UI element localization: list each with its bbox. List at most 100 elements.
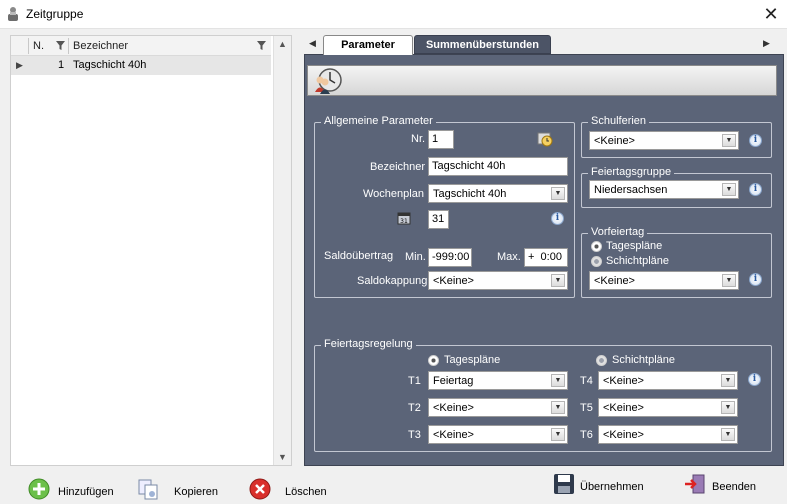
clock-calendar-icon[interactable]: [537, 131, 553, 147]
group-title: Schulferien: [588, 115, 650, 127]
t1-value: Feiertag: [433, 375, 474, 387]
feiertagsregelung-tagesplaene-radio[interactable]: [428, 355, 439, 366]
row-bezeichner: Tagschicht 40h: [73, 59, 147, 71]
chevron-down-icon[interactable]: ▼: [722, 274, 736, 287]
save-icon: [554, 474, 574, 494]
info-icon[interactable]: i: [749, 273, 762, 286]
copy-button[interactable]: Kopieren: [137, 478, 219, 502]
max-field[interactable]: + 0:00: [524, 248, 568, 267]
wochenplan-label: Wochenplan: [363, 188, 424, 200]
add-button[interactable]: Hinzufügen: [28, 478, 116, 502]
t1-label: T1: [408, 375, 421, 387]
t6-label: T6: [580, 429, 593, 441]
tab-scroll-left-icon[interactable]: ◀: [309, 38, 316, 49]
saldo-label: Saldoübertrag: [324, 250, 394, 262]
exit-button-label: Beenden: [712, 481, 757, 493]
chevron-down-icon[interactable]: ▼: [551, 274, 565, 287]
vorfeiertag-tagesplaene-radio[interactable]: [591, 241, 602, 252]
tab-summenueberstunden[interactable]: Summenüberstunden: [414, 35, 551, 54]
delete-button-label: Löschen: [285, 486, 327, 498]
vorfeiertag-value: <Keine>: [594, 275, 635, 287]
tab-scroll-right-icon[interactable]: ▶: [763, 38, 770, 49]
window-title: Zeitgruppe: [26, 7, 84, 21]
t3-value: <Keine>: [433, 429, 474, 441]
feiertagsgruppe-select[interactable]: Niedersachsen ▼: [589, 180, 739, 199]
info-icon[interactable]: i: [748, 373, 761, 386]
schulferien-select[interactable]: <Keine> ▼: [589, 131, 739, 150]
group-title: Feiertagsgruppe: [588, 166, 675, 178]
copy-icon: [138, 479, 158, 500]
grid-header: N. Bezeichner: [11, 36, 271, 56]
chevron-down-icon[interactable]: ▼: [551, 187, 565, 200]
scroll-down-icon[interactable]: ▼: [278, 452, 287, 462]
info-icon[interactable]: i: [749, 183, 762, 196]
nr-label: Nr.: [411, 133, 426, 145]
chevron-down-icon[interactable]: ▼: [551, 374, 565, 387]
kappung-label: Saldokappung: [357, 275, 428, 287]
table-row[interactable]: ▶ 1 Tagschicht 40h: [11, 56, 271, 75]
tab-parameter[interactable]: Parameter: [323, 35, 413, 55]
add-button-label: Hinzufügen: [58, 486, 114, 498]
group-title: Feiertagsregelung: [321, 338, 416, 350]
save-button-label: Übernehmen: [580, 481, 644, 493]
column-header-nr[interactable]: N.: [33, 40, 44, 52]
t2-select[interactable]: <Keine> ▼: [428, 398, 568, 417]
nr-field[interactable]: 1: [428, 130, 454, 149]
t3-select[interactable]: <Keine> ▼: [428, 425, 568, 444]
vertical-scrollbar[interactable]: ▲ ▼: [273, 36, 291, 465]
title-bar: Zeitgruppe ✕: [0, 0, 787, 29]
header-band: [307, 65, 777, 96]
chevron-down-icon[interactable]: ▼: [551, 428, 565, 441]
filter-icon[interactable]: [56, 41, 65, 50]
column-header-bezeichner[interactable]: Bezeichner: [73, 40, 128, 52]
calendar-icon: 31: [397, 212, 411, 225]
kappung-select[interactable]: <Keine> ▼: [428, 271, 568, 290]
info-icon[interactable]: i: [551, 212, 564, 225]
close-button[interactable]: ✕: [755, 0, 787, 28]
group-title: Vorfeiertag: [588, 226, 648, 238]
vorfeiertag-option2-label[interactable]: Schichtpläne: [606, 255, 669, 267]
feiertagsregelung-schichtplaene-radio[interactable]: [596, 355, 607, 366]
chevron-down-icon[interactable]: ▼: [722, 183, 736, 196]
t4-select[interactable]: <Keine> ▼: [598, 371, 738, 390]
wochenplan-select[interactable]: Tagschicht 40h ▼: [428, 184, 568, 203]
zeitgruppe-list[interactable]: N. Bezeichner ▶ 1 Tagschicht 40h ▲ ▼: [10, 35, 292, 466]
t4-value: <Keine>: [603, 375, 644, 387]
plus-icon: [28, 478, 50, 500]
t6-select[interactable]: <Keine> ▼: [598, 425, 738, 444]
wochenplan-value: Tagschicht 40h: [433, 188, 507, 200]
save-button[interactable]: Übernehmen: [553, 473, 645, 497]
chevron-down-icon[interactable]: ▼: [721, 428, 735, 441]
group-users-icon: [315, 68, 342, 94]
feiertagsregelung-option2-label[interactable]: Schichtpläne: [612, 354, 675, 366]
t5-label: T5: [580, 402, 593, 414]
vorfeiertag-option1-label[interactable]: Tagespläne: [606, 240, 662, 252]
t5-value: <Keine>: [603, 402, 644, 414]
t2-value: <Keine>: [433, 402, 474, 414]
filter-icon[interactable]: [257, 41, 266, 50]
feiertagsregelung-option1-label[interactable]: Tagespläne: [444, 354, 500, 366]
max-label: Max.: [497, 251, 521, 263]
row-nr: 1: [58, 59, 65, 71]
days-field[interactable]: 31: [428, 210, 449, 229]
feiertagsgruppe-value: Niedersachsen: [594, 184, 668, 196]
delete-button[interactable]: Löschen: [249, 478, 329, 502]
t5-select[interactable]: <Keine> ▼: [598, 398, 738, 417]
delete-icon: [249, 478, 271, 500]
chevron-down-icon[interactable]: ▼: [551, 401, 565, 414]
exit-button[interactable]: Beenden: [684, 473, 764, 497]
bezeichner-label: Bezeichner: [370, 161, 426, 173]
chevron-down-icon[interactable]: ▼: [722, 134, 736, 147]
vorfeiertag-schichtplaene-radio[interactable]: [591, 256, 602, 267]
app-icon: [8, 7, 18, 21]
t6-value: <Keine>: [603, 429, 644, 441]
min-label: Min.: [405, 251, 426, 263]
chevron-down-icon[interactable]: ▼: [721, 374, 735, 387]
vorfeiertag-select[interactable]: <Keine> ▼: [589, 271, 739, 290]
scroll-up-icon[interactable]: ▲: [278, 39, 287, 49]
bezeichner-field[interactable]: Tagschicht 40h: [428, 157, 568, 176]
chevron-down-icon[interactable]: ▼: [721, 401, 735, 414]
t1-select[interactable]: Feiertag ▼: [428, 371, 568, 390]
info-icon[interactable]: i: [749, 134, 762, 147]
min-field[interactable]: -999:00: [428, 248, 472, 267]
